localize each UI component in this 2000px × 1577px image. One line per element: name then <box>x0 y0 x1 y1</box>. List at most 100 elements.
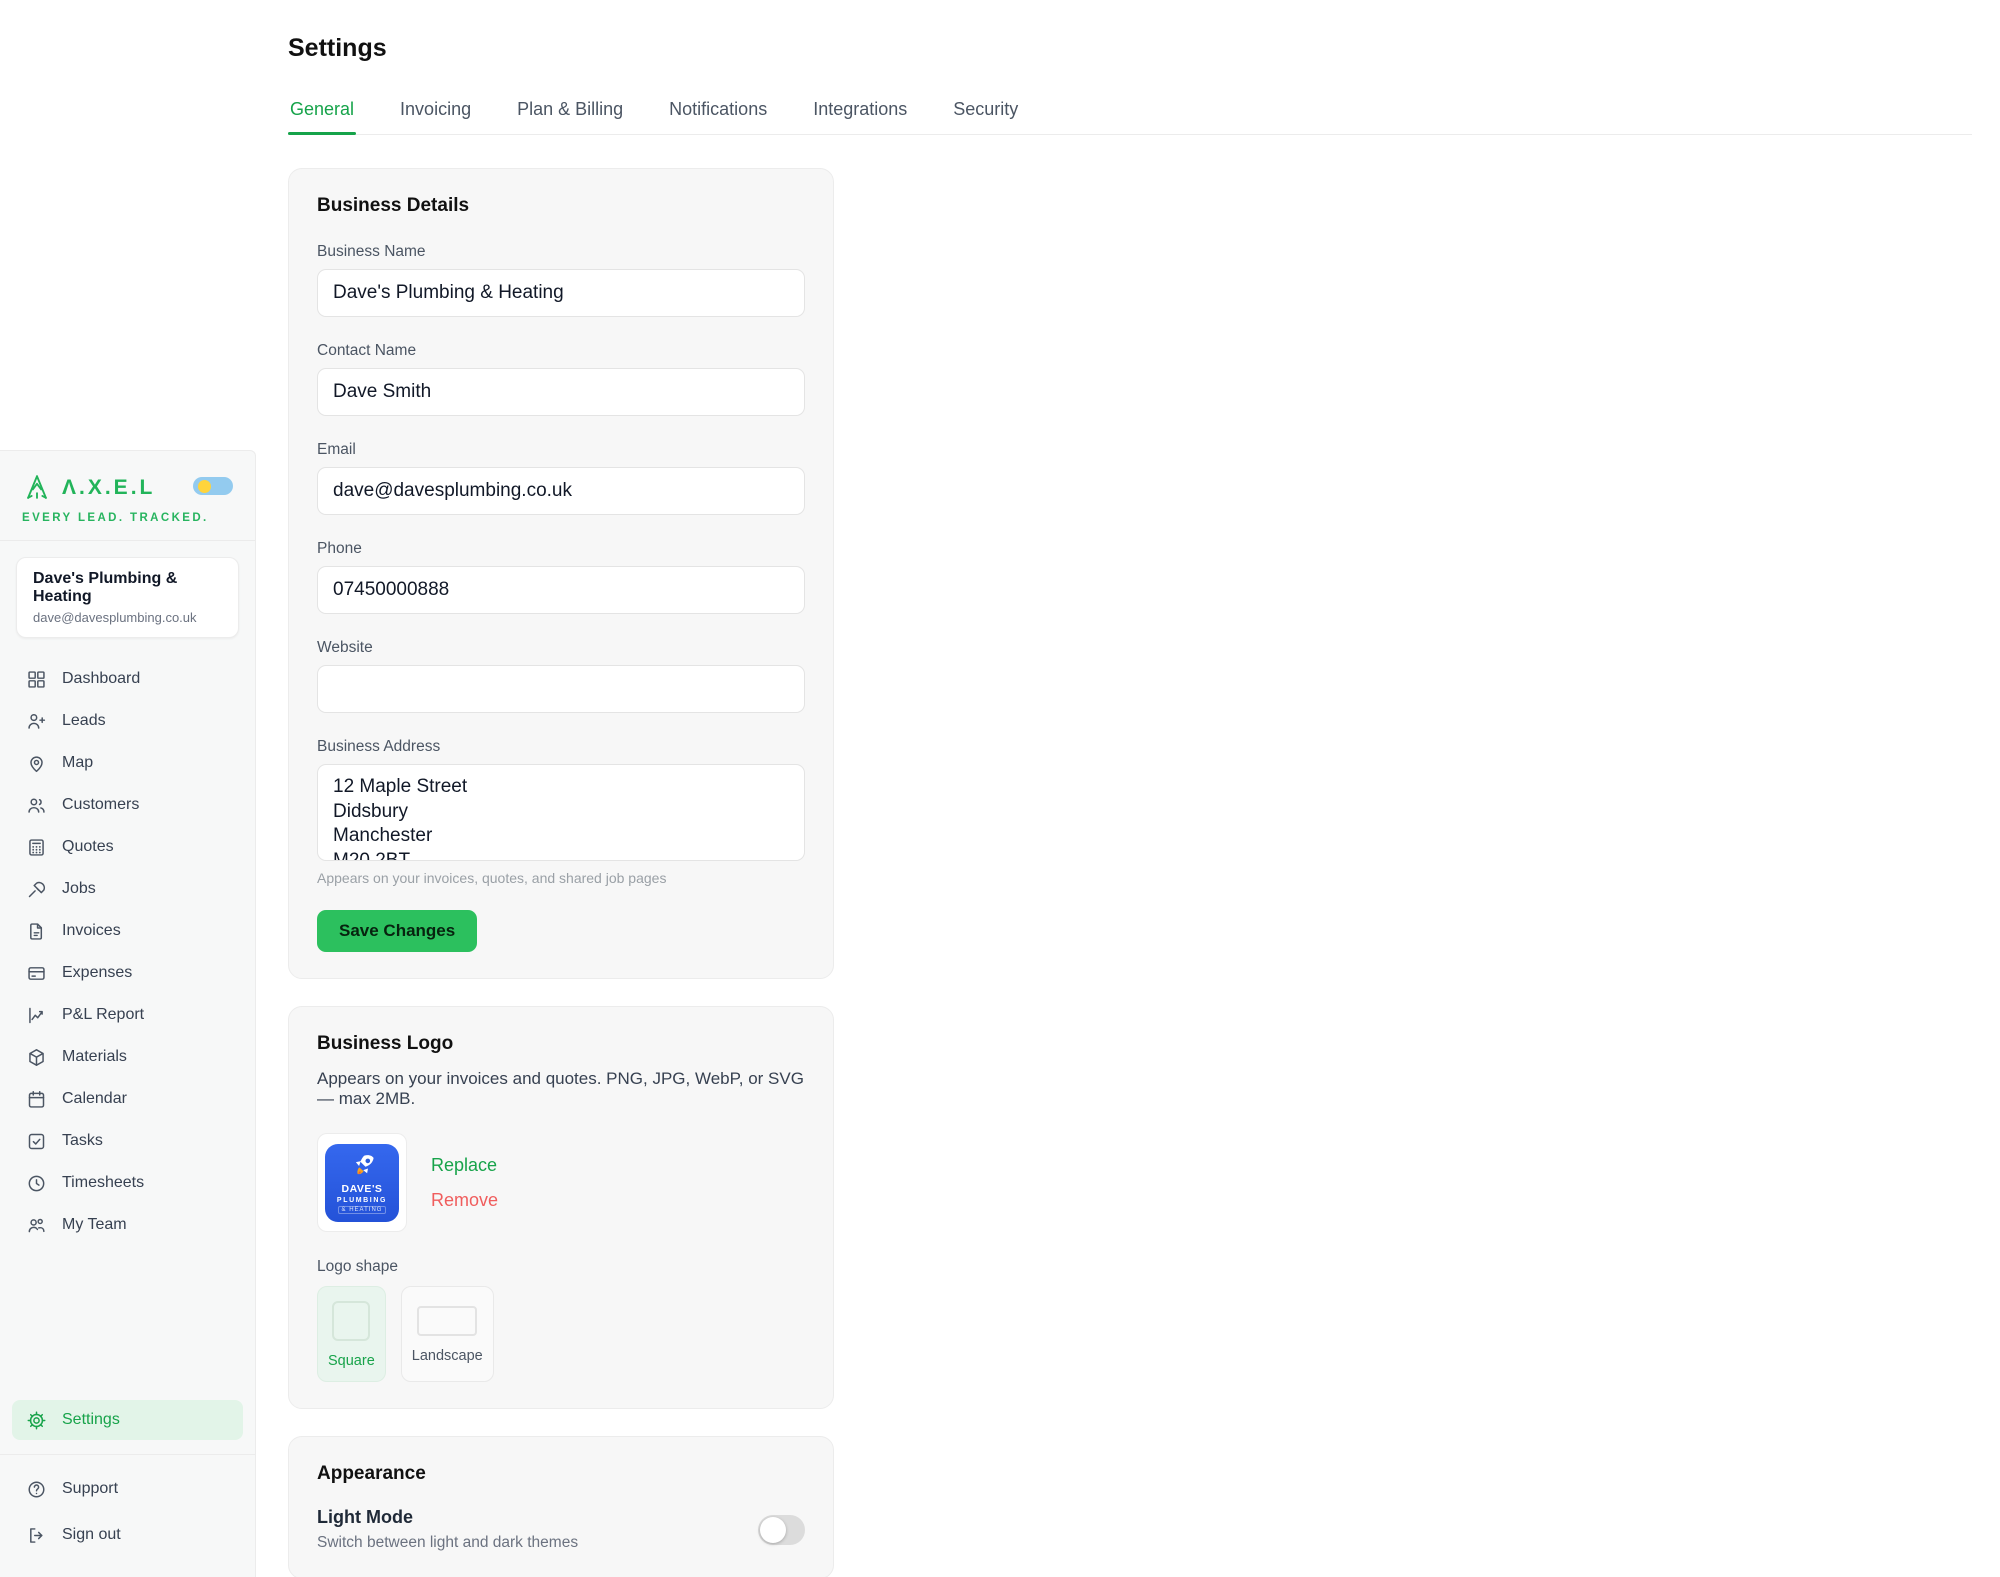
main-content: Settings General Invoicing Plan & Billin… <box>256 0 2000 1577</box>
gear-icon <box>26 1410 47 1431</box>
sidebar-item-label: Tasks <box>62 1132 103 1150</box>
sidebar-item-label: Materials <box>62 1048 127 1066</box>
logo-shape-option-landscape[interactable]: Landscape <box>401 1286 494 1382</box>
toggle-knob <box>760 1517 786 1543</box>
brand-block: Λ.X.E.L EVERY LEAD. TRACKED. <box>0 451 255 541</box>
sidebar-item-label: Settings <box>62 1411 120 1429</box>
sidebar-item-label: Jobs <box>62 880 96 898</box>
tree-logo-icon <box>22 473 52 503</box>
map-icon <box>26 753 47 774</box>
logo-shape-options: Square Landscape <box>317 1286 805 1382</box>
expenses-icon <box>26 963 47 984</box>
website-input[interactable] <box>317 665 805 713</box>
phone-input[interactable] <box>317 566 805 614</box>
settings-content: Business Details Business Name Contact N… <box>288 168 834 1577</box>
sidebar-item-label: Map <box>62 754 93 772</box>
tab-invoicing[interactable]: Invoicing <box>398 99 473 135</box>
user-business-name: Dave's Plumbing & Heating <box>33 570 222 606</box>
logo-text-line2: PLUMBING <box>337 1197 387 1204</box>
sidebar-item-dashboard[interactable]: Dashboard <box>12 658 243 700</box>
sidebar-item-label: Leads <box>62 712 106 730</box>
email-input[interactable] <box>317 467 805 515</box>
sidebar-item-leads[interactable]: Leads <box>12 700 243 742</box>
sidebar-bottom: Settings Support <box>0 1400 255 1577</box>
card-title: Appearance <box>317 1463 805 1485</box>
sidebar-item-label: Expenses <box>62 964 132 982</box>
rocket-icon <box>345 1151 379 1181</box>
brand-tagline: EVERY LEAD. TRACKED. <box>22 512 233 524</box>
sidebar-item-label: Invoices <box>62 922 121 940</box>
remove-logo-link[interactable]: Remove <box>431 1190 498 1211</box>
sidebar-item-tasks[interactable]: Tasks <box>12 1120 243 1162</box>
light-mode-title: Light Mode <box>317 1507 578 1528</box>
help-icon <box>26 1479 47 1500</box>
sidebar-item-label: Dashboard <box>62 670 140 688</box>
materials-icon <box>26 1047 47 1068</box>
logo-shape-option-square[interactable]: Square <box>317 1286 386 1382</box>
sidebar-item-label: Calendar <box>62 1090 127 1108</box>
sidebar-item-quotes[interactable]: Quotes <box>12 826 243 868</box>
business-address-textarea[interactable]: 12 Maple Street Didsbury Manchester M20 … <box>317 764 805 861</box>
business-name-label: Business Name <box>317 243 805 261</box>
business-details-card: Business Details Business Name Contact N… <box>288 168 834 979</box>
address-helper-text: Appears on your invoices, quotes, and sh… <box>317 870 805 886</box>
timesheets-icon <box>26 1173 47 1194</box>
sidebar-item-timesheets[interactable]: Timesheets <box>12 1162 243 1204</box>
tab-general[interactable]: General <box>288 99 356 135</box>
shape-option-label: Landscape <box>412 1348 483 1364</box>
card-title: Business Details <box>317 195 805 217</box>
sun-toggle-icon <box>198 480 211 493</box>
light-mode-description: Switch between light and dark themes <box>317 1534 578 1552</box>
sidebar: Λ.X.E.L EVERY LEAD. TRACKED. Dave's Plum… <box>0 450 256 1577</box>
sidebar-item-pandl-report[interactable]: P&L Report <box>12 994 243 1036</box>
shape-preview <box>332 1301 370 1341</box>
sidebar-item-customers[interactable]: Customers <box>12 784 243 826</box>
tab-integrations[interactable]: Integrations <box>811 99 909 135</box>
card-title: Business Logo <box>317 1033 805 1055</box>
jobs-icon <box>26 879 47 900</box>
tab-label: Invoicing <box>400 99 471 119</box>
business-name-input[interactable] <box>317 269 805 317</box>
sidebar-item-materials[interactable]: Materials <box>12 1036 243 1078</box>
tab-plan-and-billing[interactable]: Plan & Billing <box>515 99 625 135</box>
user-card[interactable]: Dave's Plumbing & Heating dave@davesplum… <box>16 557 239 638</box>
sidebar-divider <box>0 1454 255 1455</box>
quotes-icon <box>26 837 47 858</box>
save-changes-button[interactable]: Save Changes <box>317 910 477 952</box>
contact-name-input[interactable] <box>317 368 805 416</box>
sidebar-item-jobs[interactable]: Jobs <box>12 868 243 910</box>
sidebar-item-settings[interactable]: Settings <box>12 1400 243 1440</box>
tab-label: Plan & Billing <box>517 99 623 119</box>
sidebar-item-label: Support <box>62 1480 118 1498</box>
leads-icon <box>26 711 47 732</box>
page-title: Settings <box>288 34 1972 63</box>
sidebar-item-calendar[interactable]: Calendar <box>12 1078 243 1120</box>
logo-description: Appears on your invoices and quotes. PNG… <box>317 1069 805 1109</box>
replace-logo-link[interactable]: Replace <box>431 1155 498 1176</box>
tasks-icon <box>26 1131 47 1152</box>
sidebar-item-my-team[interactable]: My Team <box>12 1204 243 1246</box>
sidebar-item-map[interactable]: Map <box>12 742 243 784</box>
shape-preview <box>417 1306 477 1336</box>
tab-notifications[interactable]: Notifications <box>667 99 769 135</box>
email-label: Email <box>317 441 805 459</box>
theme-toggle[interactable] <box>193 477 233 495</box>
sidebar-item-label: P&L Report <box>62 1006 144 1024</box>
sidebar-item-label: Sign out <box>62 1526 121 1544</box>
sidebar-item-expenses[interactable]: Expenses <box>12 952 243 994</box>
sidebar-item-support[interactable]: Support <box>12 1469 243 1509</box>
sidebar-item-invoices[interactable]: Invoices <box>12 910 243 952</box>
tab-security[interactable]: Security <box>951 99 1020 135</box>
sidebar-item-label: My Team <box>62 1216 127 1234</box>
customers-icon <box>26 795 47 816</box>
signout-icon <box>26 1525 47 1546</box>
business-logo-card: Business Logo Appears on your invoices a… <box>288 1006 834 1409</box>
phone-label: Phone <box>317 540 805 558</box>
sidebar-item-signout[interactable]: Sign out <box>12 1515 243 1555</box>
light-mode-toggle[interactable] <box>758 1515 805 1545</box>
tab-label: General <box>290 99 354 119</box>
tab-label: Security <box>953 99 1018 119</box>
tab-label: Integrations <box>813 99 907 119</box>
contact-name-label: Contact Name <box>317 342 805 360</box>
business-logo-thumbnail: DAVE'S PLUMBING & HEATING <box>317 1133 407 1232</box>
